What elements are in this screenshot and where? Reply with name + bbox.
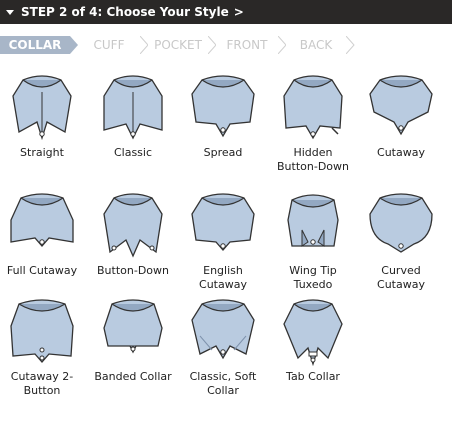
spread-collar-icon bbox=[191, 75, 255, 138]
collar-label: Wing Tip Tuxedo bbox=[289, 264, 337, 291]
classic-soft-collar-icon bbox=[191, 299, 255, 360]
collar-option-spread[interactable]: Spread bbox=[182, 72, 264, 160]
collar-label: English Cutaway bbox=[199, 264, 247, 291]
collar-option-full-cutaway[interactable]: Full Cutaway bbox=[1, 190, 83, 278]
cutaway-collar-icon bbox=[369, 75, 433, 136]
collar-option-straight[interactable]: Straight bbox=[1, 72, 83, 160]
curved-cutaway-collar-icon bbox=[369, 193, 433, 253]
classic-collar-icon bbox=[103, 75, 163, 140]
english-cutaway-collar-icon bbox=[191, 193, 255, 251]
tab-cuff[interactable]: CUFF bbox=[78, 36, 140, 54]
chevron-down-icon bbox=[6, 9, 14, 15]
collar-label: Button-Down bbox=[97, 264, 169, 277]
collar-label: Tab Collar bbox=[286, 370, 340, 383]
collar-label: Classic, Soft Collar bbox=[189, 370, 257, 397]
collar-option-wing-tip-tuxedo[interactable]: Wing Tip Tuxedo bbox=[272, 190, 354, 292]
cutaway-2-button-collar-icon bbox=[10, 299, 74, 363]
tab-back[interactable]: BACK bbox=[286, 36, 346, 54]
wing-tip-tuxedo-collar-icon bbox=[287, 194, 339, 247]
tab-collar[interactable]: COLLAR bbox=[0, 36, 70, 54]
collar-option-cutaway[interactable]: Cutaway bbox=[360, 72, 442, 160]
collar-option-curved-cutaway[interactable]: Curved Cutaway bbox=[360, 190, 442, 292]
collar-label: Hidden Button-Down bbox=[277, 146, 349, 173]
style-tabs: COLLAR CUFF POCKET FRONT BACK bbox=[0, 36, 452, 54]
button-down-collar-icon bbox=[103, 193, 163, 258]
collar-label: Cutaway 2-Button bbox=[10, 370, 74, 397]
step-arrow: > bbox=[233, 5, 244, 19]
collar-option-hidden-button-down[interactable]: Hidden Button-Down bbox=[272, 72, 354, 174]
collar-option-cutaway-2-button[interactable]: Cutaway 2-Button bbox=[1, 296, 83, 398]
step-header[interactable]: STEP 2 of 4: Choose Your Style > bbox=[0, 0, 452, 24]
hidden-button-down-collar-icon bbox=[283, 75, 343, 140]
collar-option-english-cutaway[interactable]: English Cutaway bbox=[182, 190, 264, 292]
collar-option-banded-collar[interactable]: Banded Collar bbox=[92, 296, 174, 384]
banded-collar-icon bbox=[103, 299, 163, 354]
collar-option-button-down[interactable]: Button-Down bbox=[92, 190, 174, 278]
collar-label: Straight bbox=[20, 146, 64, 159]
collar-label: Full Cutaway bbox=[6, 264, 78, 277]
collar-option-classic[interactable]: Classic bbox=[92, 72, 174, 160]
collar-label: Curved Cutaway bbox=[377, 264, 425, 291]
straight-collar-icon bbox=[12, 75, 72, 141]
tab-pocket[interactable]: POCKET bbox=[148, 36, 208, 54]
step-title: STEP 2 of 4: Choose Your Style bbox=[21, 5, 229, 19]
collar-option-classic-soft-collar[interactable]: Classic, Soft Collar bbox=[182, 296, 264, 398]
collar-option-tab-collar[interactable]: Tab Collar bbox=[272, 296, 354, 384]
tab-collar-icon bbox=[283, 299, 343, 366]
collar-label: Cutaway bbox=[377, 146, 425, 159]
tab-front[interactable]: FRONT bbox=[216, 36, 278, 54]
collar-label: Spread bbox=[203, 146, 243, 159]
collar-label: Banded Collar bbox=[94, 370, 172, 383]
full-cutaway-collar-icon bbox=[10, 193, 74, 247]
collar-label: Classic bbox=[113, 146, 153, 159]
